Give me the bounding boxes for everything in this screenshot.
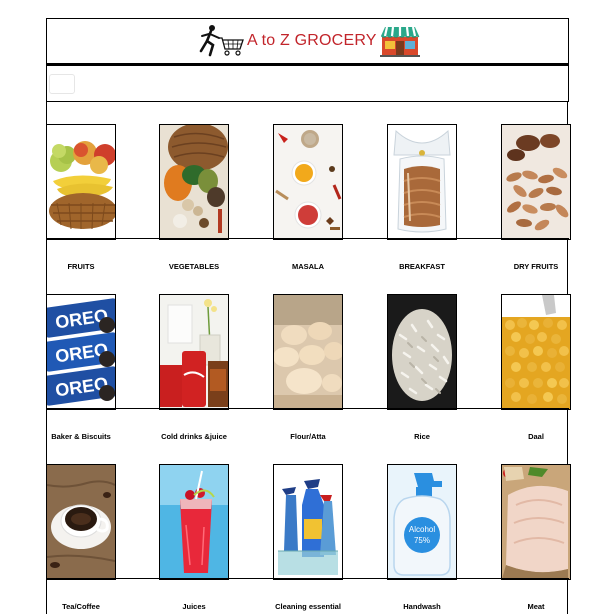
cold-drinks-image[interactable] (159, 294, 229, 410)
category-label: Daal (528, 432, 544, 441)
chicken-breast-icon (502, 465, 570, 579)
site-logo[interactable]: A to Z GROCERY (193, 23, 421, 59)
red-juice-glass-icon (160, 465, 228, 579)
row-divider (46, 238, 569, 239)
cleaning-image[interactable] (273, 464, 343, 580)
row-divider (46, 408, 569, 409)
fruits-basket-icon (47, 125, 115, 239)
fruits-image[interactable] (46, 124, 116, 240)
masala-image[interactable] (273, 124, 343, 240)
row-divider (46, 578, 569, 579)
handwash-image[interactable]: Alcohol 75% (387, 464, 457, 580)
cleaning-bottles-icon (274, 465, 342, 579)
site-header: A to Z GROCERY (46, 18, 569, 64)
daal-image[interactable] (501, 294, 571, 410)
vegetables-basket-icon (160, 125, 228, 239)
tea-coffee-image[interactable] (46, 464, 116, 580)
site-title: A to Z GROCERY (247, 32, 377, 49)
bread-loaf-icon (388, 125, 456, 239)
dry-fruits-image[interactable] (501, 124, 571, 240)
vegetables-image[interactable] (159, 124, 229, 240)
shopping-runner-icon (199, 25, 244, 57)
handwash-line2: 75% (414, 536, 430, 545)
rice-grains-icon (388, 295, 456, 409)
category-label: Meat (527, 602, 545, 611)
dough-balls-icon (274, 295, 342, 409)
category-label: DRY FRUITS (513, 262, 559, 271)
cola-cans-icon (160, 295, 228, 409)
handwash-line1: Alcohol (409, 525, 435, 534)
juices-image[interactable] (159, 464, 229, 580)
masala-spices-icon (274, 125, 342, 239)
meat-image[interactable] (501, 464, 571, 580)
almonds-icon (502, 125, 570, 239)
store-front-icon (379, 26, 420, 57)
flour-image[interactable] (273, 294, 343, 410)
menu-toggle-icon[interactable] (49, 74, 75, 94)
rice-image[interactable] (387, 294, 457, 410)
chana-daal-icon (502, 295, 570, 409)
coffee-cup-icon (47, 465, 115, 579)
breakfast-image[interactable] (387, 124, 457, 240)
alcohol-handwash-icon: Alcohol 75% (388, 465, 456, 579)
oreo-biscuits-icon: OREO OREO OREO (47, 295, 115, 409)
navbar (46, 64, 569, 102)
biscuits-image[interactable]: OREO OREO OREO (46, 294, 116, 410)
